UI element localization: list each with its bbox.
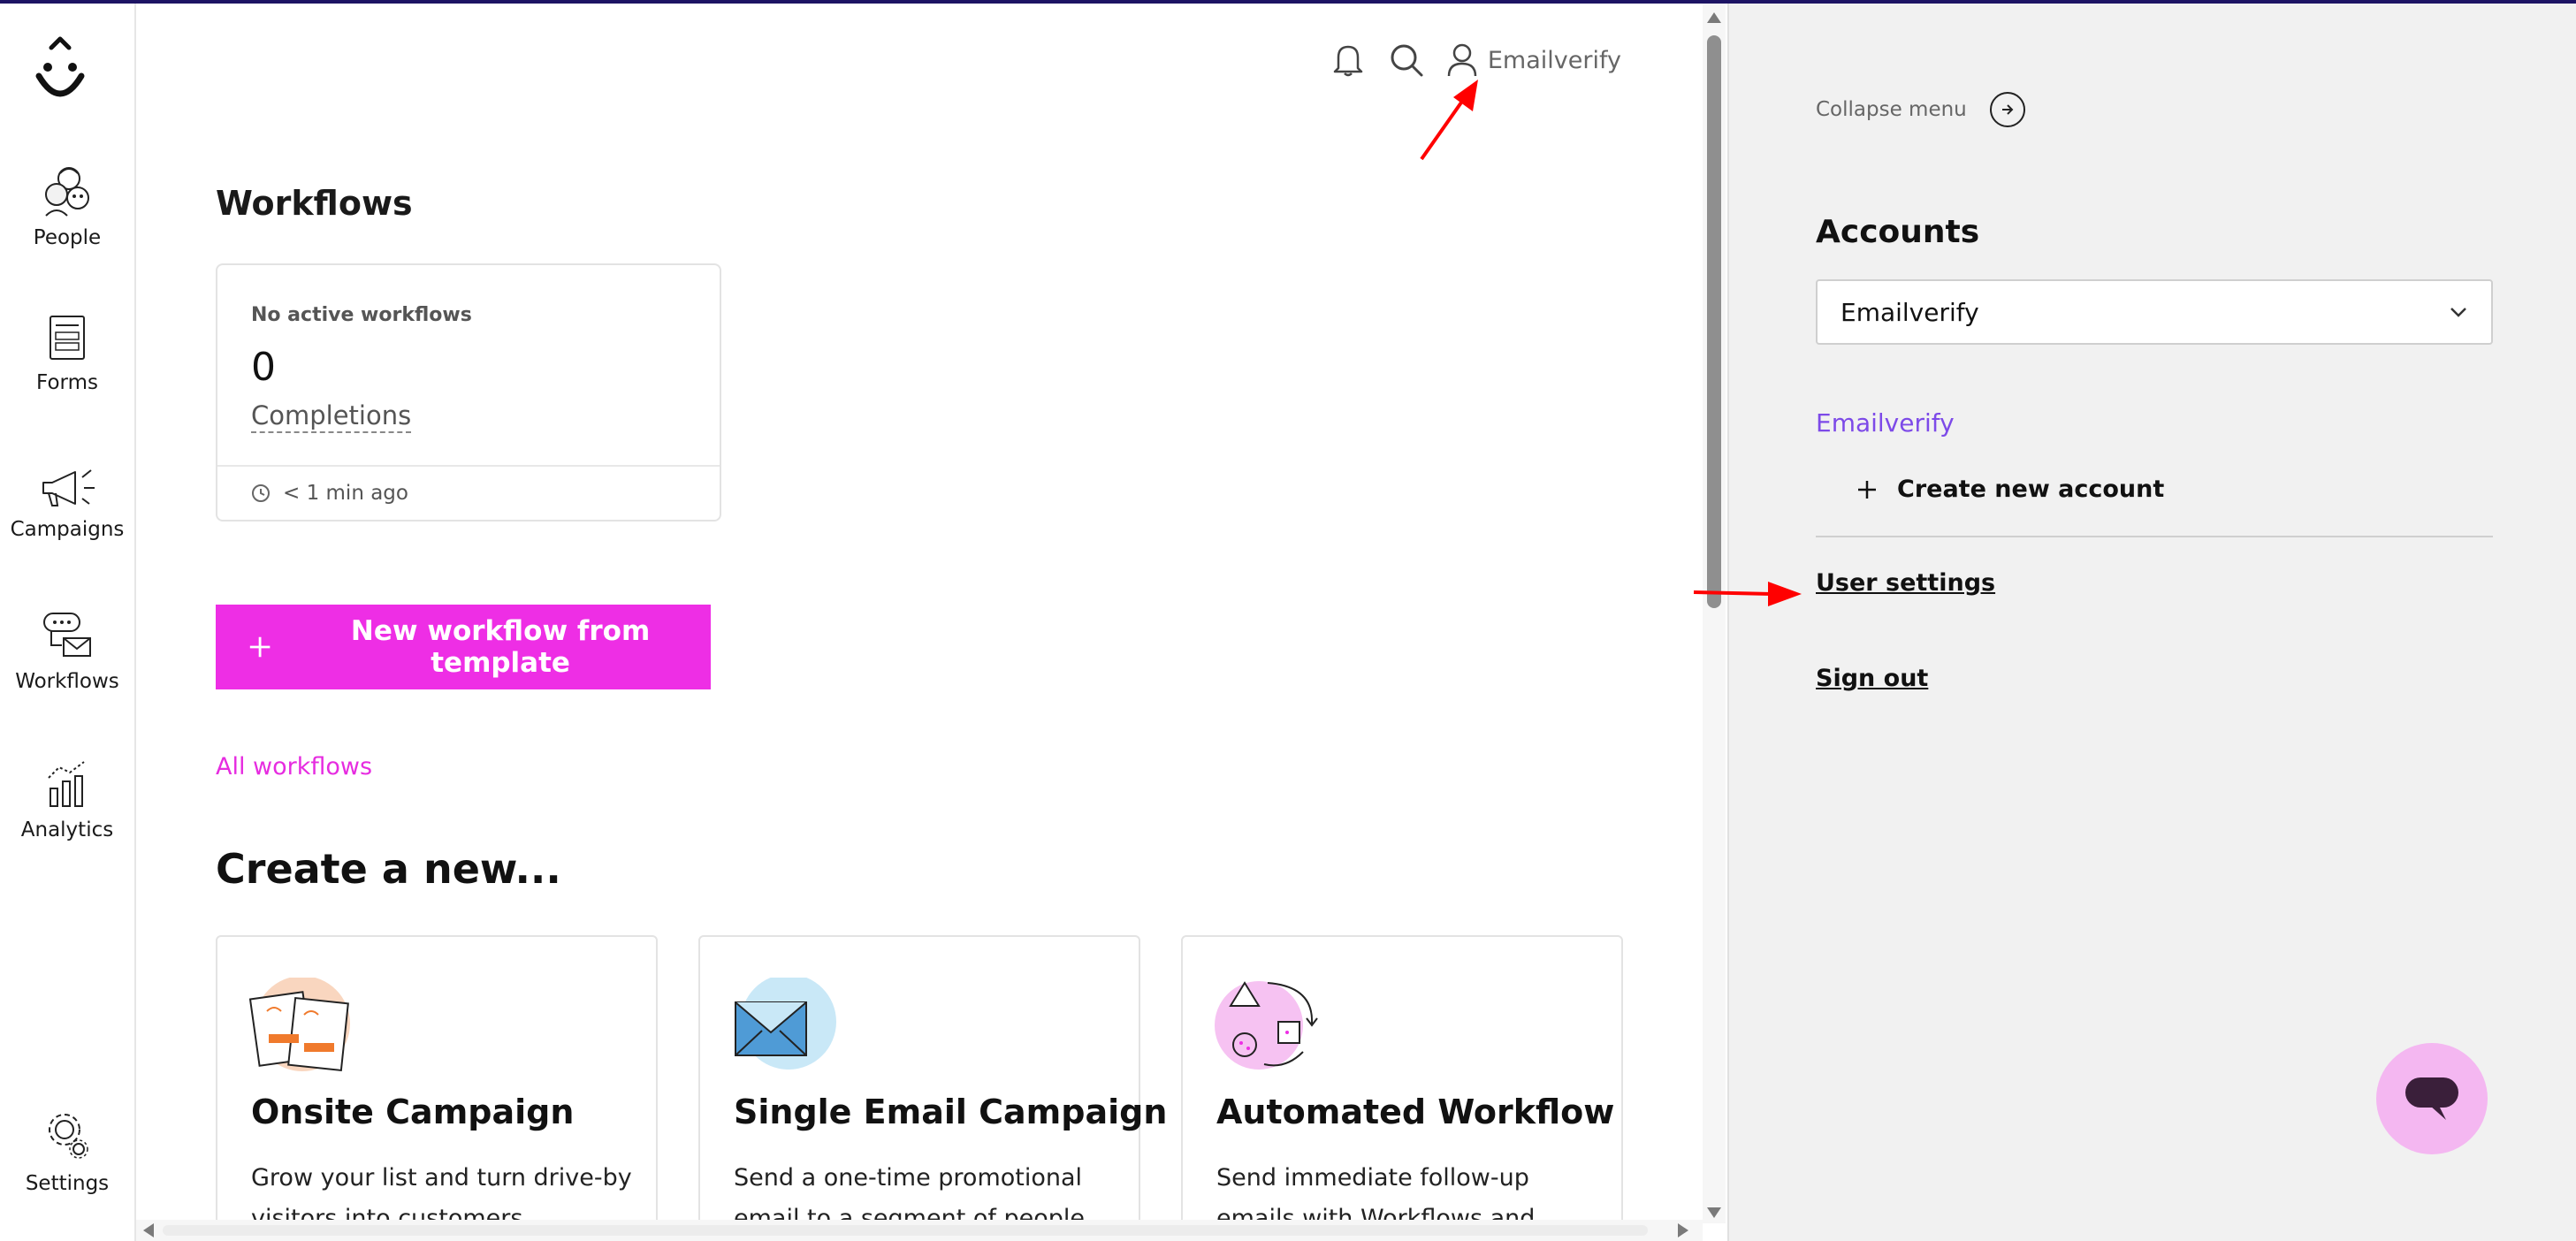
completions-label[interactable]: Completions (251, 400, 412, 433)
divider (1816, 536, 2493, 537)
arrow-right-circle-icon (1989, 92, 2025, 127)
scrollbar-thumb[interactable] (163, 1225, 1648, 1236)
automated-workflow-illustration (1215, 981, 1318, 1070)
people-icon (45, 167, 89, 217)
scrollbar-thumb[interactable] (1707, 35, 1721, 608)
left-nav: People Forms Campaigns Workflows Analyti… (0, 4, 136, 1241)
top-bar: Emailverify (1330, 42, 1621, 78)
arrow-right-icon (2001, 104, 2014, 115)
nav-analytics[interactable]: Analytics (0, 760, 134, 875)
account-select[interactable]: Emailverify (1816, 279, 2493, 345)
sign-out-link[interactable]: Sign out (1816, 665, 1928, 692)
automated-workflow-card[interactable]: Automated Workflow Send immediate follow… (1181, 935, 1623, 1241)
nav-label: Analytics (20, 818, 114, 841)
horizontal-scrollbar[interactable] (136, 1220, 1703, 1241)
scroll-left-arrow[interactable] (143, 1223, 154, 1237)
card-title: Automated Workflow (1216, 1093, 1615, 1131)
completions-count: 0 (251, 345, 276, 390)
nav-label: Workflows (15, 670, 119, 693)
chat-icon (2405, 1077, 2458, 1120)
create-account-button[interactable]: Create new account (1856, 476, 2164, 503)
clock-icon (252, 484, 270, 502)
onsite-campaign-card[interactable]: Onsite Campaign Grow your list and turn … (216, 935, 658, 1241)
gear-icon (49, 1114, 88, 1159)
nav-label: Settings (25, 1172, 110, 1195)
all-workflows-link[interactable]: All workflows (216, 753, 372, 780)
main-content: Emailverify Workflows No active workflow… (136, 4, 1727, 1241)
forms-icon (50, 316, 85, 360)
chevron-down-icon (2450, 308, 2466, 317)
workflow-status: No active workflows (251, 304, 472, 326)
workflow-summary-card: No active workflows 0 Completions < 1 mi… (216, 263, 721, 522)
nav-people[interactable]: People (0, 163, 134, 278)
nav-forms[interactable]: Forms (0, 313, 134, 428)
single-email-campaign-card[interactable]: Single Email Campaign Send a one-time pr… (698, 935, 1167, 1241)
logo-icon (35, 36, 85, 97)
create-new-title: Create a new... (216, 845, 561, 893)
plus-icon (249, 636, 271, 658)
notifications-button[interactable] (1330, 42, 1366, 78)
collapse-menu-button[interactable]: Collapse menu (1816, 92, 2025, 127)
email-envelope-illustration (735, 978, 836, 1070)
search-icon (1391, 44, 1423, 77)
user-menu-button[interactable]: Emailverify (1447, 42, 1621, 78)
user-icon (1447, 43, 1477, 77)
new-workflow-label: New workflow from template (350, 615, 651, 679)
nav-label: People (33, 226, 102, 249)
bell-icon (1333, 45, 1363, 77)
card-footer: < 1 min ago (217, 465, 720, 520)
last-updated: < 1 min ago (283, 482, 408, 505)
onsite-campaign-illustration (249, 978, 350, 1072)
scroll-right-arrow[interactable] (1678, 1223, 1688, 1237)
user-name: Emailverify (1487, 46, 1621, 74)
vertical-scrollbar[interactable] (1703, 4, 1726, 1223)
user-settings-link[interactable]: User settings (1816, 569, 1995, 597)
collapse-menu-label: Collapse menu (1816, 98, 1967, 121)
nav-settings[interactable]: Settings (0, 1110, 134, 1225)
campaigns-icon (42, 469, 95, 506)
new-workflow-button[interactable]: New workflow from template (216, 605, 711, 689)
analytics-icon (48, 761, 85, 807)
search-button[interactable] (1389, 42, 1424, 78)
accounts-title: Accounts (1816, 214, 1980, 250)
scroll-down-arrow[interactable] (1707, 1207, 1721, 1218)
card-title: Single Email Campaign (734, 1093, 1168, 1131)
nav-label: Forms (36, 371, 98, 394)
create-account-label: Create new account (1897, 476, 2165, 503)
account-select-value: Emailverify (1841, 297, 1979, 327)
logo[interactable] (32, 35, 88, 106)
chat-widget-button[interactable] (2376, 1043, 2488, 1154)
nav-campaigns[interactable]: Campaigns (0, 460, 134, 575)
workflows-icon (43, 613, 91, 657)
scroll-up-arrow[interactable] (1707, 12, 1721, 23)
plus-icon (1858, 480, 1876, 499)
current-account-link[interactable]: Emailverify (1816, 408, 1955, 438)
nav-label: Campaigns (10, 518, 125, 541)
card-title: Onsite Campaign (251, 1093, 575, 1131)
nav-workflows[interactable]: Workflows (0, 610, 134, 725)
workflows-title: Workflows (216, 184, 413, 223)
